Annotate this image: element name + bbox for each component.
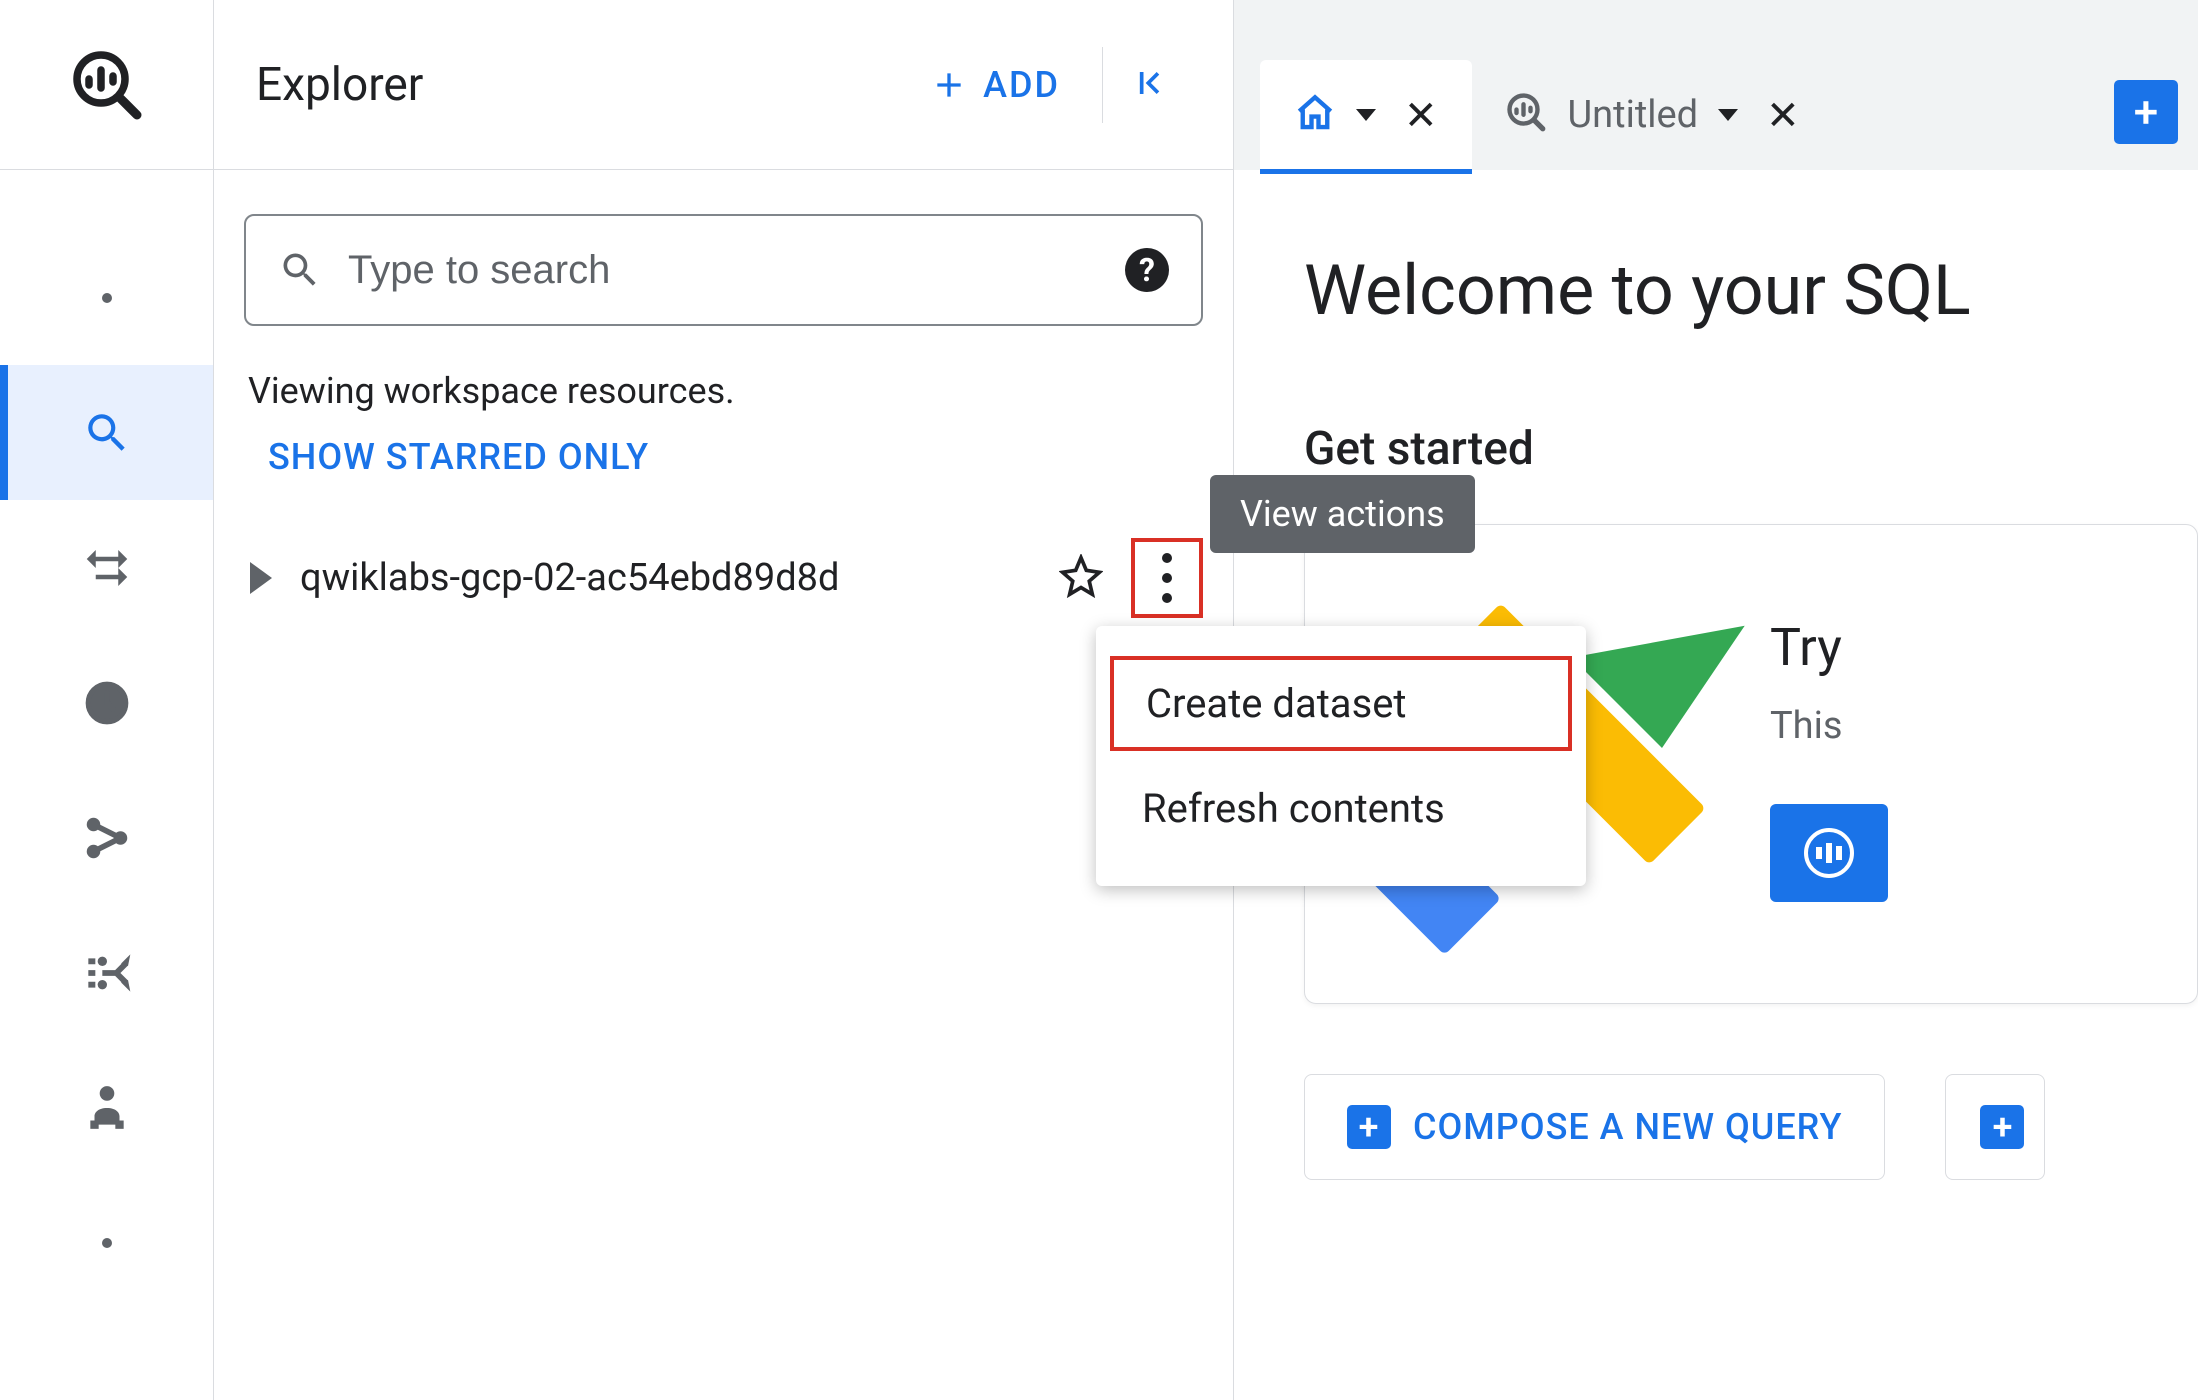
tab-untitled[interactable]: Untitled ✕ <box>1472 60 1834 170</box>
search-icon <box>278 248 322 292</box>
nav-dot-top[interactable] <box>0 230 213 365</box>
tab-bar: ✕ Untitled ✕ + <box>1234 0 2198 170</box>
card-title: Try <box>1770 617 2187 678</box>
add-button[interactable]: ADD <box>911 50 1078 120</box>
star-icon[interactable] <box>1059 554 1103 602</box>
compose-extra-button[interactable]: + <box>1945 1074 2045 1180</box>
collapse-panel-button[interactable] <box>1102 47 1195 123</box>
expand-triangle-icon[interactable] <box>250 562 272 594</box>
nav-dot-bottom[interactable] <box>0 1175 213 1310</box>
menu-refresh-contents[interactable]: Refresh contents <box>1096 761 1586 856</box>
view-actions-tooltip: View actions <box>1210 475 1475 553</box>
query-circle-icon <box>1804 828 1854 878</box>
help-icon[interactable]: ? <box>1125 248 1169 292</box>
more-vert-icon <box>1162 553 1172 603</box>
search-input[interactable] <box>348 248 1099 293</box>
welcome-title: Welcome to your SQL <box>1304 250 2198 332</box>
dropdown-triangle-icon[interactable] <box>1718 109 1738 121</box>
tab-home[interactable]: ✕ <box>1260 60 1472 170</box>
plus-box-icon: + <box>1980 1105 2024 1149</box>
explorer-title: Explorer <box>256 58 911 112</box>
dropdown-triangle-icon[interactable] <box>1356 109 1376 121</box>
context-menu: Create dataset Refresh contents <box>1096 626 1586 886</box>
plus-icon <box>929 65 969 105</box>
collapse-left-icon <box>1127 61 1171 105</box>
menu-create-dataset[interactable]: Create dataset <box>1110 656 1572 751</box>
plus-box-icon: + <box>1347 1105 1391 1149</box>
show-starred-button[interactable]: SHOW STARRED ONLY <box>268 436 1203 478</box>
get-started-heading: Get started <box>1304 422 2198 476</box>
explorer-panel: Explorer ADD ? Viewing workspace resourc… <box>214 0 1234 1400</box>
open-query-button[interactable] <box>1770 804 1888 902</box>
project-name: qwiklabs-gcp-02-ac54ebd89d8d <box>300 556 1031 600</box>
nav-transfers[interactable] <box>0 500 213 635</box>
query-icon <box>1506 92 1548 138</box>
card-subtitle: This <box>1770 704 2187 748</box>
more-actions-button[interactable] <box>1131 538 1203 618</box>
search-box[interactable]: ? <box>244 214 1203 326</box>
compose-query-label: COMPOSE A NEW QUERY <box>1413 1106 1842 1148</box>
nav-rail <box>0 0 214 1400</box>
new-tab-button[interactable]: + <box>2114 80 2178 144</box>
nav-capacity[interactable] <box>0 1040 213 1175</box>
close-tab-icon[interactable]: ✕ <box>1404 92 1438 139</box>
close-tab-icon[interactable]: ✕ <box>1766 92 1800 139</box>
nav-analytics-hub[interactable] <box>0 770 213 905</box>
nav-dataform[interactable] <box>0 905 213 1040</box>
home-icon <box>1294 92 1336 138</box>
compose-query-button[interactable]: + COMPOSE A NEW QUERY <box>1304 1074 1885 1180</box>
project-row[interactable]: qwiklabs-gcp-02-ac54ebd89d8d <box>244 546 1203 610</box>
bigquery-logo[interactable] <box>0 0 213 170</box>
tab-label: Untitled <box>1568 93 1699 137</box>
resources-text: Viewing workspace resources. <box>248 370 1203 412</box>
plus-icon: + <box>2134 90 2158 134</box>
nav-scheduled-queries[interactable] <box>0 635 213 770</box>
add-button-label: ADD <box>983 64 1060 106</box>
nav-search[interactable] <box>0 365 213 500</box>
